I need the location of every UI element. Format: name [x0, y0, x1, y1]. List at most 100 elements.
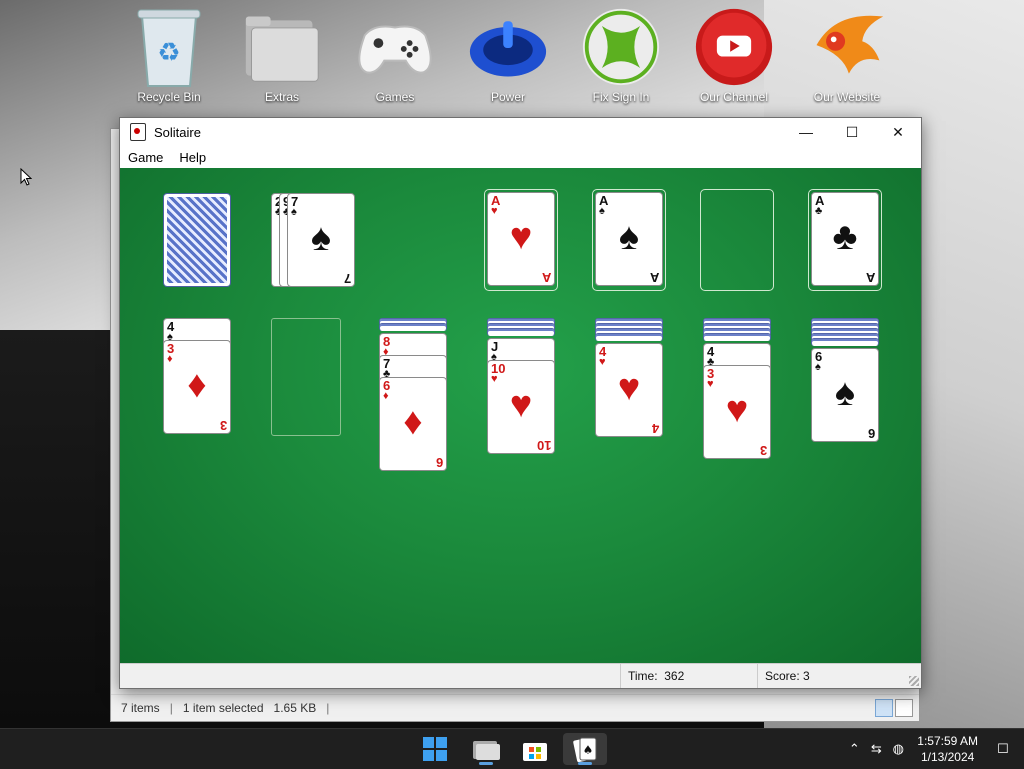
tableau-card[interactable]: 10 ♥ ♥ 10: [487, 360, 555, 454]
card-rank-bottom: 10: [536, 438, 551, 453]
score-label: Score:: [765, 669, 800, 683]
stock-pile[interactable]: [163, 193, 231, 287]
card-rank-bottom: 6: [867, 426, 875, 441]
card-rank-bottom: A: [541, 270, 551, 285]
desktop-icon-power[interactable]: Power: [463, 4, 553, 114]
card-center-suit-icon: ♠: [618, 216, 640, 258]
waste-card[interactable]: 7 ♠ ♠ 7: [287, 193, 355, 287]
desktop-icon-our-website[interactable]: Our Website: [802, 4, 892, 114]
globe-icon[interactable]: ◍: [887, 741, 909, 757]
card-center-suit-icon: ♥: [509, 384, 533, 426]
foundation-card[interactable]: A ♥ ♥ A: [487, 192, 555, 286]
maximize-button[interactable]: ☐: [829, 118, 875, 146]
desktop-icon-label: Extras: [264, 90, 299, 104]
card-center-suit-icon: ♠: [834, 372, 856, 414]
folder-icon: [242, 4, 322, 90]
windows-logo-icon: [423, 737, 447, 761]
large-icons-view-button[interactable]: [895, 699, 913, 717]
tableau-card[interactable]: 4 ♥ ♥ 4: [595, 343, 663, 437]
card-rank-bottom: A: [649, 270, 659, 285]
folder-icon: [473, 741, 500, 760]
card-center-suit-icon: ♣: [832, 216, 858, 258]
explorer-items-count: 7 items: [121, 701, 160, 715]
card-center-suit-icon: ♠: [310, 217, 332, 259]
desktop-icon-recycle-bin[interactable]: ♻ Recycle Bin: [124, 4, 214, 114]
desktop-icon-label: Our Website: [813, 90, 881, 104]
running-indicator: [578, 762, 592, 765]
start-button[interactable]: [417, 733, 453, 765]
status-separator: |: [326, 701, 330, 715]
card-rank-bottom: A: [865, 270, 875, 285]
network-icon[interactable]: ⇆: [865, 741, 887, 757]
details-view-button[interactable]: [875, 699, 893, 717]
resize-grip[interactable]: [909, 676, 919, 686]
face-down-card: [703, 333, 771, 341]
menu-game[interactable]: Game: [120, 150, 171, 165]
window-title: Solitaire: [154, 124, 201, 140]
card-suit-icon: ♥: [491, 205, 498, 217]
solitaire-cards-icon: ♠: [573, 737, 597, 763]
card-center-suit-icon: ♥: [509, 216, 533, 258]
card-suit-icon: ♥: [599, 356, 606, 368]
card-center-suit-icon: ♥: [725, 389, 749, 431]
clock-time: 1:57:59 AM: [917, 734, 978, 748]
chevron-up-icon[interactable]: ⌃: [843, 741, 865, 757]
taskbar: ♠ ⌃ ⇆ ◍ 1:57:59 AM 1/13/2024 ☐: [0, 728, 1024, 769]
card-suit-icon: ♠: [815, 361, 821, 373]
card-rank-bottom: 4: [651, 421, 659, 436]
desktop-icon-games[interactable]: Games: [350, 4, 440, 114]
tableau-card[interactable]: 6 ♦ ♦ 6: [379, 377, 447, 471]
close-button[interactable]: ✕: [875, 118, 921, 146]
card-suit-icon: ♠: [599, 205, 605, 217]
desktop-icon-our-channel[interactable]: Our Channel: [689, 4, 779, 114]
system-tray: ⌃ ⇆ ◍ 1:57:59 AM 1/13/2024 ☐: [843, 729, 1024, 769]
minimize-button[interactable]: —: [783, 118, 829, 146]
card-rank-bottom: 3: [759, 443, 767, 458]
clock-date: 1/13/2024: [920, 750, 975, 764]
solitaire-app-icon: [130, 123, 146, 141]
menu-help[interactable]: Help: [171, 150, 214, 165]
tableau-card[interactable]: 3 ♥ ♥ 3: [703, 365, 771, 459]
card-center-suit-icon: ♥: [617, 367, 641, 409]
foundation-card[interactable]: A ♠ ♠ A: [595, 192, 663, 286]
svg-text:♻: ♻: [157, 38, 180, 68]
time-display: Time: 362: [620, 664, 758, 688]
phoenix-icon: [807, 4, 887, 90]
explorer-selected: 1 item selected: [182, 701, 264, 715]
tableau-card[interactable]: 6 ♠ ♠ 6: [811, 348, 879, 442]
card-center-suit-icon: ♦: [403, 401, 423, 443]
store-icon: [523, 743, 547, 761]
menu-bar: Game Help: [120, 146, 921, 168]
recycle-bin-icon: ♻: [129, 4, 209, 90]
foundation-card[interactable]: A ♣ ♣ A: [811, 192, 879, 286]
desktop-icon-label: Games: [375, 90, 415, 104]
title-bar: Solitaire — ☐ ✕: [120, 118, 921, 146]
empty-tableau-slot[interactable]: [271, 318, 341, 436]
card-rank-bottom: 6: [435, 455, 443, 470]
taskbar-file-explorer[interactable]: [468, 733, 504, 765]
desktop-icon-extras[interactable]: Extras: [237, 4, 327, 114]
clock[interactable]: 1:57:59 AM 1/13/2024: [917, 733, 978, 765]
game-board[interactable]: 2♣♣29♣♣97♠♠7 A♥♥AA♠♠AA♣♣A 4♠♠43♦♦38♦♦87♣…: [120, 168, 921, 664]
card-rank-bottom: 7: [343, 271, 351, 286]
notification-icon[interactable]: ☐: [992, 741, 1014, 757]
card-suit-icon: ♠: [291, 206, 297, 218]
time-label: Time:: [628, 669, 658, 683]
explorer-size: 1.65 KB: [273, 701, 317, 715]
tableau-card[interactable]: 3 ♦ ♦ 3: [163, 340, 231, 434]
card-suit-icon: ♣: [815, 205, 823, 217]
desktop-icon-label: Power: [490, 90, 525, 104]
taskbar-store[interactable]: [517, 733, 553, 765]
desktop-icon-label: Recycle Bin: [137, 90, 201, 104]
foundation-slot[interactable]: [700, 189, 774, 291]
running-indicator: [479, 762, 493, 765]
score-display: Score: 3: [757, 664, 915, 688]
face-down-card: [487, 328, 555, 336]
power-icon: [468, 4, 548, 90]
card-center-suit-icon: ♦: [187, 364, 207, 406]
desktop-icon-label: Fix Sign In: [592, 90, 650, 104]
desktop-icon-fix-sign-in[interactable]: Fix Sign In: [576, 4, 666, 114]
taskbar-solitaire[interactable]: ♠: [563, 733, 607, 765]
explorer-status-bar: 7 items | 1 item selected 1.65 KB |: [111, 694, 919, 721]
mouse-cursor-icon: [20, 167, 33, 191]
